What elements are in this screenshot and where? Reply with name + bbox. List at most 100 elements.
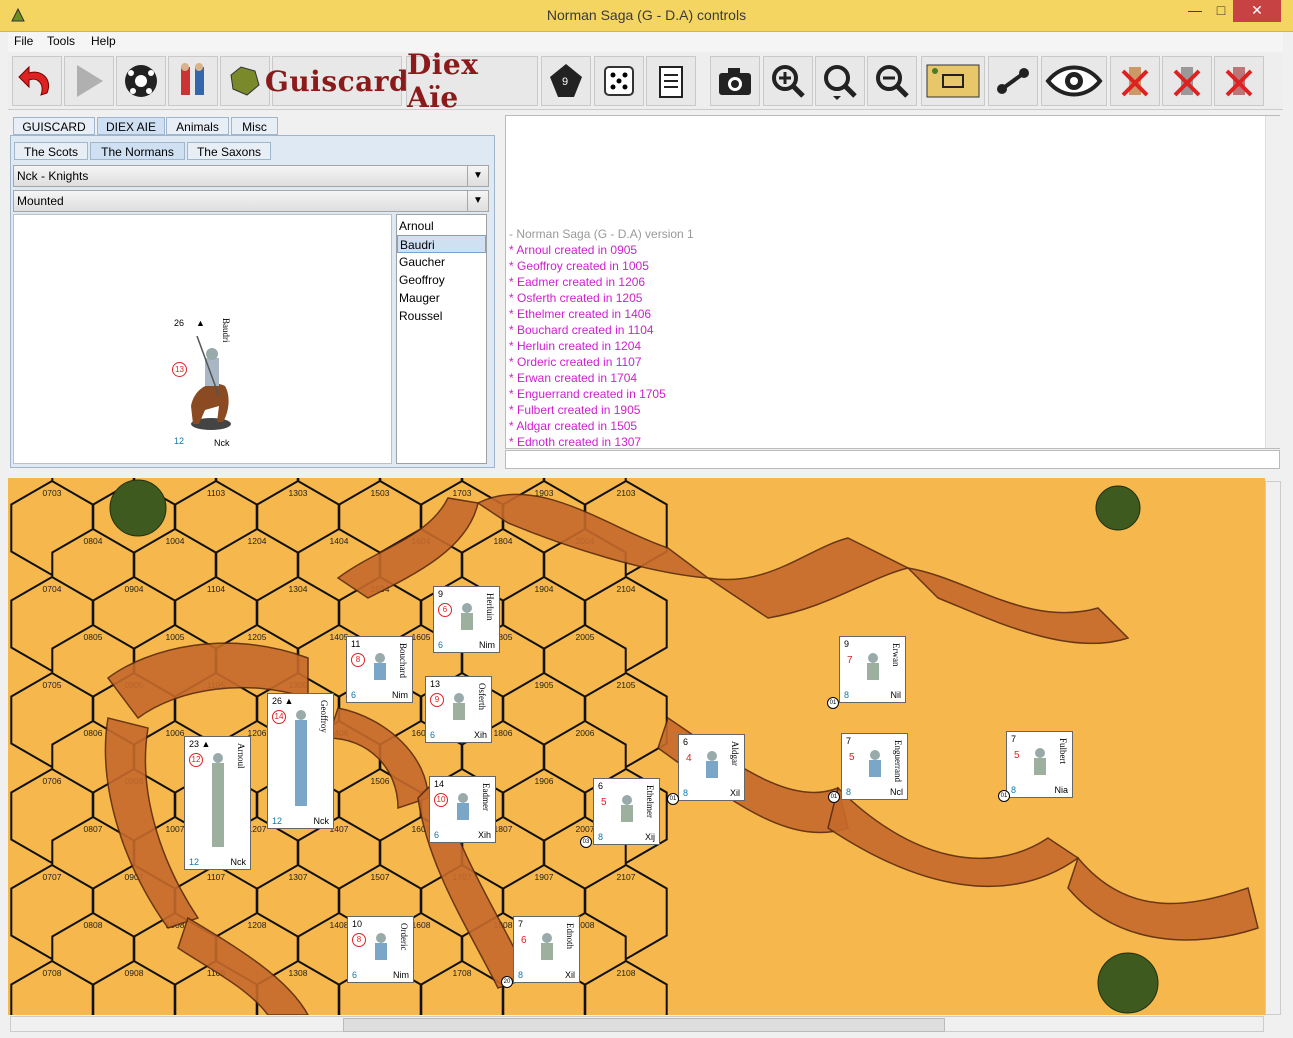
hide-units-3-button[interactable]: [1214, 56, 1264, 106]
status-marker[interactable]: 01: [667, 793, 679, 805]
chat-scrollbar[interactable]: [1265, 116, 1280, 448]
zoom-out-icon: [876, 65, 909, 98]
counter-morale: 14: [272, 710, 286, 724]
hex-label: 1304: [289, 584, 308, 594]
map-horizontal-scrollbar[interactable]: [10, 1016, 1264, 1032]
game-map[interactable]: 0803100312031403160318032003070309031103…: [8, 478, 1265, 1015]
chevron-down-icon[interactable]: ▼: [467, 166, 488, 186]
soldier-figure-icon: [212, 753, 224, 847]
preview-counter[interactable]: 26 ▲ Baudri 13 12 Nck: [169, 310, 239, 450]
unit-type-select[interactable]: Nck - Knights ▼: [13, 165, 489, 187]
hex-label: 1308: [289, 968, 308, 978]
counter-unit: Xil: [564, 970, 575, 980]
zoom-in-button[interactable]: [763, 56, 813, 106]
guiscard-button[interactable]: Guiscard: [265, 56, 409, 106]
hide-units-1-button[interactable]: [1110, 56, 1160, 106]
counter-strength: 9: [844, 639, 850, 649]
list-item[interactable]: Gaucher: [397, 253, 486, 271]
unit-counter[interactable]: 6 Ethelmer 5 8 Xij: [593, 778, 660, 845]
diex-aie-button[interactable]: Diex Aïe: [406, 48, 538, 114]
tab-the-normans[interactable]: The Normans: [90, 142, 185, 160]
menu-bar: [8, 32, 1283, 52]
log-entry: * Arnoul created in 0905: [509, 243, 638, 257]
list-item[interactable]: Geoffroy: [397, 271, 486, 289]
counter-name: Arnoul: [236, 743, 246, 769]
hex-label: 2007: [576, 824, 595, 834]
unit-counter[interactable]: 26 ▲ Geoffroy 14 12 Nck: [267, 693, 334, 829]
status-marker[interactable]: 03: [580, 836, 592, 848]
menu-help[interactable]: Help: [91, 34, 116, 48]
counters-button[interactable]: [168, 56, 218, 106]
zoom-menu-button[interactable]: [815, 56, 865, 106]
unit-counter[interactable]: 13 Osferth 9 6 Xih: [425, 676, 492, 743]
status-marker[interactable]: 01: [998, 790, 1010, 802]
d10-dice-button[interactable]: 9: [541, 56, 591, 106]
status-marker[interactable]: 20: [501, 976, 513, 988]
unit-counter[interactable]: 14 Eadmer 10 6 Xih: [429, 776, 496, 843]
hex-label: 1608: [412, 920, 431, 930]
hex-label: 0808: [84, 920, 103, 930]
counter-name: Ethelmer: [645, 785, 655, 818]
status-marker[interactable]: 01: [828, 791, 840, 803]
undo-button[interactable]: [12, 56, 62, 106]
zoom-out-button[interactable]: [867, 56, 917, 106]
unit-state-select[interactable]: Mounted ▼: [13, 190, 489, 212]
scroll-thumb[interactable]: [343, 1018, 945, 1032]
counter-move: 6: [430, 730, 436, 740]
counter-strength: 6: [598, 781, 604, 791]
chevron-down-icon[interactable]: ▼: [467, 191, 488, 211]
unit-counter[interactable]: 6 Aldgar 4 8 Xil: [678, 734, 745, 801]
list-item[interactable]: Baudri: [397, 235, 486, 253]
hex-label: 2104: [617, 584, 636, 594]
unit-counter[interactable]: 9 Erwan 7 8 Nil: [839, 636, 906, 703]
unit-counter[interactable]: 11 Bouchard 8 6 Nim: [346, 636, 413, 703]
counter-move: 8: [844, 690, 850, 700]
map-button[interactable]: [220, 56, 270, 106]
zoom-icon: [824, 65, 857, 100]
unit-counter[interactable]: 7 Enguerrand 5 8 Ncl: [841, 733, 908, 800]
notes-button[interactable]: [646, 56, 696, 106]
menu-file[interactable]: File: [14, 34, 33, 48]
soldier-figure-icon: [867, 653, 879, 680]
server-button[interactable]: [116, 56, 166, 106]
chat-input[interactable]: [505, 450, 1280, 469]
close-button[interactable]: ✕: [1233, 0, 1281, 22]
los-button[interactable]: [988, 56, 1038, 106]
tab-misc[interactable]: Misc: [231, 117, 278, 135]
unit-counter[interactable]: 9 Herluin 6 6 Nim: [433, 586, 500, 653]
screenshot-button[interactable]: [710, 56, 760, 106]
list-item[interactable]: Mauger: [397, 289, 486, 307]
d6-dice-button[interactable]: [594, 56, 644, 106]
cliff-ridge: [1067, 856, 1259, 941]
maximize-button[interactable]: □: [1209, 0, 1233, 22]
hide-units-2-button[interactable]: [1162, 56, 1212, 106]
unit-counter[interactable]: 7 Ednoth 6 8 Xil: [513, 916, 580, 983]
counter-move: 8: [518, 970, 524, 980]
visibility-button[interactable]: [1041, 56, 1107, 106]
d6-die-icon: [604, 66, 634, 96]
unit-counter[interactable]: 10 Orderic 8 6 Nim: [347, 916, 414, 983]
step-forward-button[interactable]: [64, 56, 114, 106]
unit-counter[interactable]: 7 Fulbert 5 8 Nia: [1006, 731, 1073, 798]
counter-unit: Xih: [473, 730, 487, 740]
unit-counter[interactable]: 23 ▲ Arnoul 12 12 Nck: [184, 736, 251, 870]
tab-animals[interactable]: Animals: [166, 117, 229, 135]
list-item[interactable]: Roussel: [397, 307, 486, 325]
chat-log: - Norman Saga (G - D.A) version 1 * Arnou…: [505, 115, 1280, 449]
list-item[interactable]: Arnoul: [397, 217, 486, 235]
minimize-button[interactable]: —: [1183, 0, 1207, 22]
log-entry: * Eadmer created in 1206: [509, 275, 646, 289]
menu-tools[interactable]: Tools: [47, 34, 75, 48]
counter-unit: Nim: [392, 690, 408, 700]
tab-the-saxons[interactable]: The Saxons: [187, 142, 271, 160]
status-marker[interactable]: 01: [827, 697, 839, 709]
tab-diex-aie[interactable]: DIEX AIE: [97, 117, 165, 135]
hex-label: 1208: [248, 920, 267, 930]
map-vertical-scrollbar[interactable]: [1265, 481, 1281, 1015]
woods-feature: [109, 479, 167, 537]
tab-guiscard[interactable]: GUISCARD: [13, 117, 95, 135]
tab-the-scots[interactable]: The Scots: [14, 142, 88, 160]
overview-map-button[interactable]: [921, 56, 985, 106]
hex-label: 1107: [207, 872, 226, 882]
counter-list[interactable]: Arnoul Baudri Gaucher Geoffroy Mauger Roussel: [396, 214, 487, 464]
